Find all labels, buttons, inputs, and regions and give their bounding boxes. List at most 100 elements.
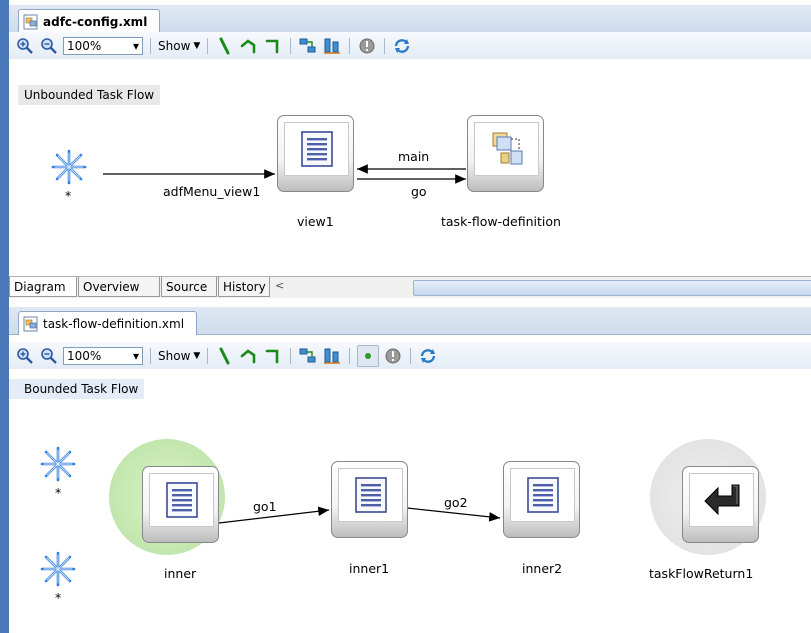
wildcard-flow-icon (241, 38, 256, 53)
tab-label: Overview (83, 279, 140, 294)
toolbar-separator (410, 347, 412, 364)
wildcard-flow-icon (241, 348, 256, 363)
align-button[interactable] (322, 346, 342, 366)
view-activity-inner1[interactable] (331, 461, 408, 538)
node-label-view1: view1 (297, 214, 334, 229)
flow-type-label: Bounded Task Flow (9, 379, 145, 399)
tab-label: Diagram (14, 279, 66, 294)
zoom-in-button[interactable] (15, 346, 35, 366)
align-icon (324, 348, 341, 364)
chevron-down-icon: ▼ (193, 350, 201, 361)
tab-source[interactable]: Source (161, 277, 217, 297)
file-tab-label: task-flow-definition.xml (43, 316, 185, 331)
wildcard-icon[interactable] (50, 148, 88, 186)
wildcard-flow-button[interactable] (239, 36, 259, 56)
show-label: Show (158, 38, 191, 53)
warning-icon (359, 38, 375, 53)
zoom-out-button[interactable] (39, 36, 59, 56)
tab-adfc-config[interactable]: adfc-config.xml (18, 9, 161, 33)
edge-label-main: main (398, 149, 430, 164)
auto-layout-icon (299, 348, 316, 362)
tab-overview[interactable]: Overview (78, 277, 160, 297)
control-flow-button[interactable] (215, 36, 235, 56)
toolbar-separator (349, 347, 351, 364)
page-icon (526, 477, 559, 513)
view-activity-view1[interactable] (277, 115, 354, 192)
default-activity-icon (365, 352, 372, 359)
warning-button[interactable] (357, 36, 377, 56)
top-editor-tabstrip: adfc-config.xml (9, 5, 811, 33)
start-marker-label: * (55, 485, 62, 500)
refresh-button[interactable] (418, 346, 438, 366)
edge-label-go: go (411, 184, 427, 199)
tab-diagram[interactable]: Diagram (9, 277, 77, 297)
refresh-button[interactable] (392, 36, 412, 56)
align-icon (324, 38, 341, 54)
tab-label: History (223, 279, 266, 294)
task-flow-return-activity[interactable] (682, 466, 759, 543)
auto-layout-icon (299, 38, 316, 52)
zoom-in-button[interactable] (15, 36, 35, 56)
refresh-icon (421, 348, 436, 363)
top-editor-view-tabs: Diagram Overview Source History < (9, 276, 811, 298)
horizontal-scrollbar[interactable] (413, 280, 811, 296)
wildcard-flow-button[interactable] (239, 346, 259, 366)
default-activity-button[interactable] (357, 344, 380, 367)
view-activity-inner2[interactable] (503, 461, 580, 538)
node-label-inner1: inner1 (349, 561, 390, 576)
return-flow-icon (266, 349, 279, 363)
show-menu-button[interactable]: Show ▼ (158, 39, 200, 53)
node-label-inner2: inner2 (522, 561, 563, 576)
scroll-left-arrow-icon[interactable]: < (275, 279, 284, 292)
view-activity-inner[interactable] (142, 466, 219, 543)
start-marker-label: * (65, 188, 72, 203)
bottom-editor-tabstrip: task-flow-definition.xml (9, 307, 811, 335)
zoom-out-icon (41, 347, 57, 364)
tab-label: Source (166, 279, 208, 294)
zoom-in-icon (17, 37, 33, 54)
edge-label-go2: go2 (444, 495, 468, 510)
return-flow-button[interactable] (263, 36, 283, 56)
chevron-down-icon: ▼ (193, 40, 201, 51)
toolbar-separator (384, 37, 386, 54)
zoom-in-icon (17, 347, 33, 364)
xml-file-icon (23, 316, 38, 331)
bottom-toolbar: 100% ▾ Show ▼ (9, 342, 811, 369)
warning-button[interactable] (383, 346, 403, 366)
page-icon (300, 131, 333, 167)
flow-type-label: Unbounded Task Flow (18, 85, 161, 105)
zoom-select[interactable]: 100% ▾ (63, 346, 143, 365)
top-diagram-canvas[interactable]: Unbounded Task Flow * adfMenu_view1 main… (9, 59, 811, 276)
align-button[interactable] (322, 36, 342, 56)
start-marker-label: * (55, 590, 62, 605)
toolbar-separator (349, 37, 351, 54)
toolbar-separator (290, 347, 292, 364)
toolbar-separator (290, 37, 292, 54)
task-flow-call-activity[interactable] (467, 115, 544, 192)
return-flow-icon (266, 39, 279, 53)
control-flow-button[interactable] (215, 346, 235, 366)
wildcard-icon[interactable] (39, 445, 77, 483)
xml-file-icon (23, 14, 38, 29)
auto-layout-button[interactable] (298, 36, 318, 56)
tab-history[interactable]: History (218, 277, 270, 297)
edge-label-go1: go1 (253, 499, 277, 514)
zoom-select[interactable]: 100% ▾ (63, 36, 143, 55)
page-icon (354, 477, 387, 513)
node-label-task-flow-return1: taskFlowReturn1 (649, 566, 754, 581)
warning-icon (385, 348, 401, 363)
zoom-value: 100% (67, 348, 102, 363)
zoom-out-button[interactable] (39, 346, 59, 366)
zoom-value: 100% (67, 38, 102, 53)
bottom-diagram-canvas[interactable]: Bounded Task Flow * * go1 go2 inner inne… (9, 369, 811, 633)
control-flow-icon (219, 37, 230, 54)
show-menu-button[interactable]: Show ▼ (158, 349, 200, 363)
zoom-out-icon (41, 37, 57, 54)
wildcard-icon[interactable] (39, 550, 77, 588)
refresh-icon (395, 38, 410, 53)
page-icon (165, 482, 198, 518)
tab-task-flow-definition[interactable]: task-flow-definition.xml (18, 311, 198, 335)
auto-layout-button[interactable] (298, 346, 318, 366)
return-flow-button[interactable] (263, 346, 283, 366)
task-flow-call-icon (492, 132, 522, 165)
